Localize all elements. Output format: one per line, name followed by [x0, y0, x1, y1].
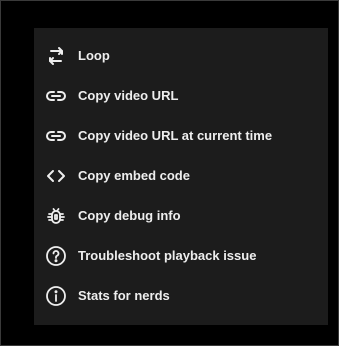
menu-item-copy-embed-code[interactable]: Copy embed code — [34, 156, 328, 196]
page-frame: Loop Copy video URL Copy video URL at cu… — [0, 0, 339, 346]
menu-item-label: Copy debug info — [78, 208, 181, 223]
menu-item-label: Stats for nerds — [78, 288, 170, 303]
menu-item-stats-for-nerds[interactable]: Stats for nerds — [34, 276, 328, 316]
bug-icon — [44, 204, 68, 228]
menu-item-troubleshoot[interactable]: Troubleshoot playback issue — [34, 236, 328, 276]
context-menu: Loop Copy video URL Copy video URL at cu… — [34, 28, 328, 325]
menu-item-label: Copy video URL — [78, 88, 179, 103]
help-circle-icon — [44, 244, 68, 268]
menu-item-loop[interactable]: Loop — [34, 36, 328, 76]
menu-item-label: Copy embed code — [78, 168, 190, 183]
link-icon — [44, 84, 68, 108]
link-icon — [44, 124, 68, 148]
menu-item-copy-video-url[interactable]: Copy video URL — [34, 76, 328, 116]
menu-item-copy-video-url-at-time[interactable]: Copy video URL at current time — [34, 116, 328, 156]
menu-item-label: Loop — [78, 48, 110, 63]
code-icon — [44, 164, 68, 188]
loop-icon — [44, 44, 68, 68]
menu-item-label: Troubleshoot playback issue — [78, 248, 257, 263]
info-circle-icon — [44, 284, 68, 308]
menu-item-label: Copy video URL at current time — [78, 128, 273, 143]
menu-item-copy-debug-info[interactable]: Copy debug info — [34, 196, 328, 236]
